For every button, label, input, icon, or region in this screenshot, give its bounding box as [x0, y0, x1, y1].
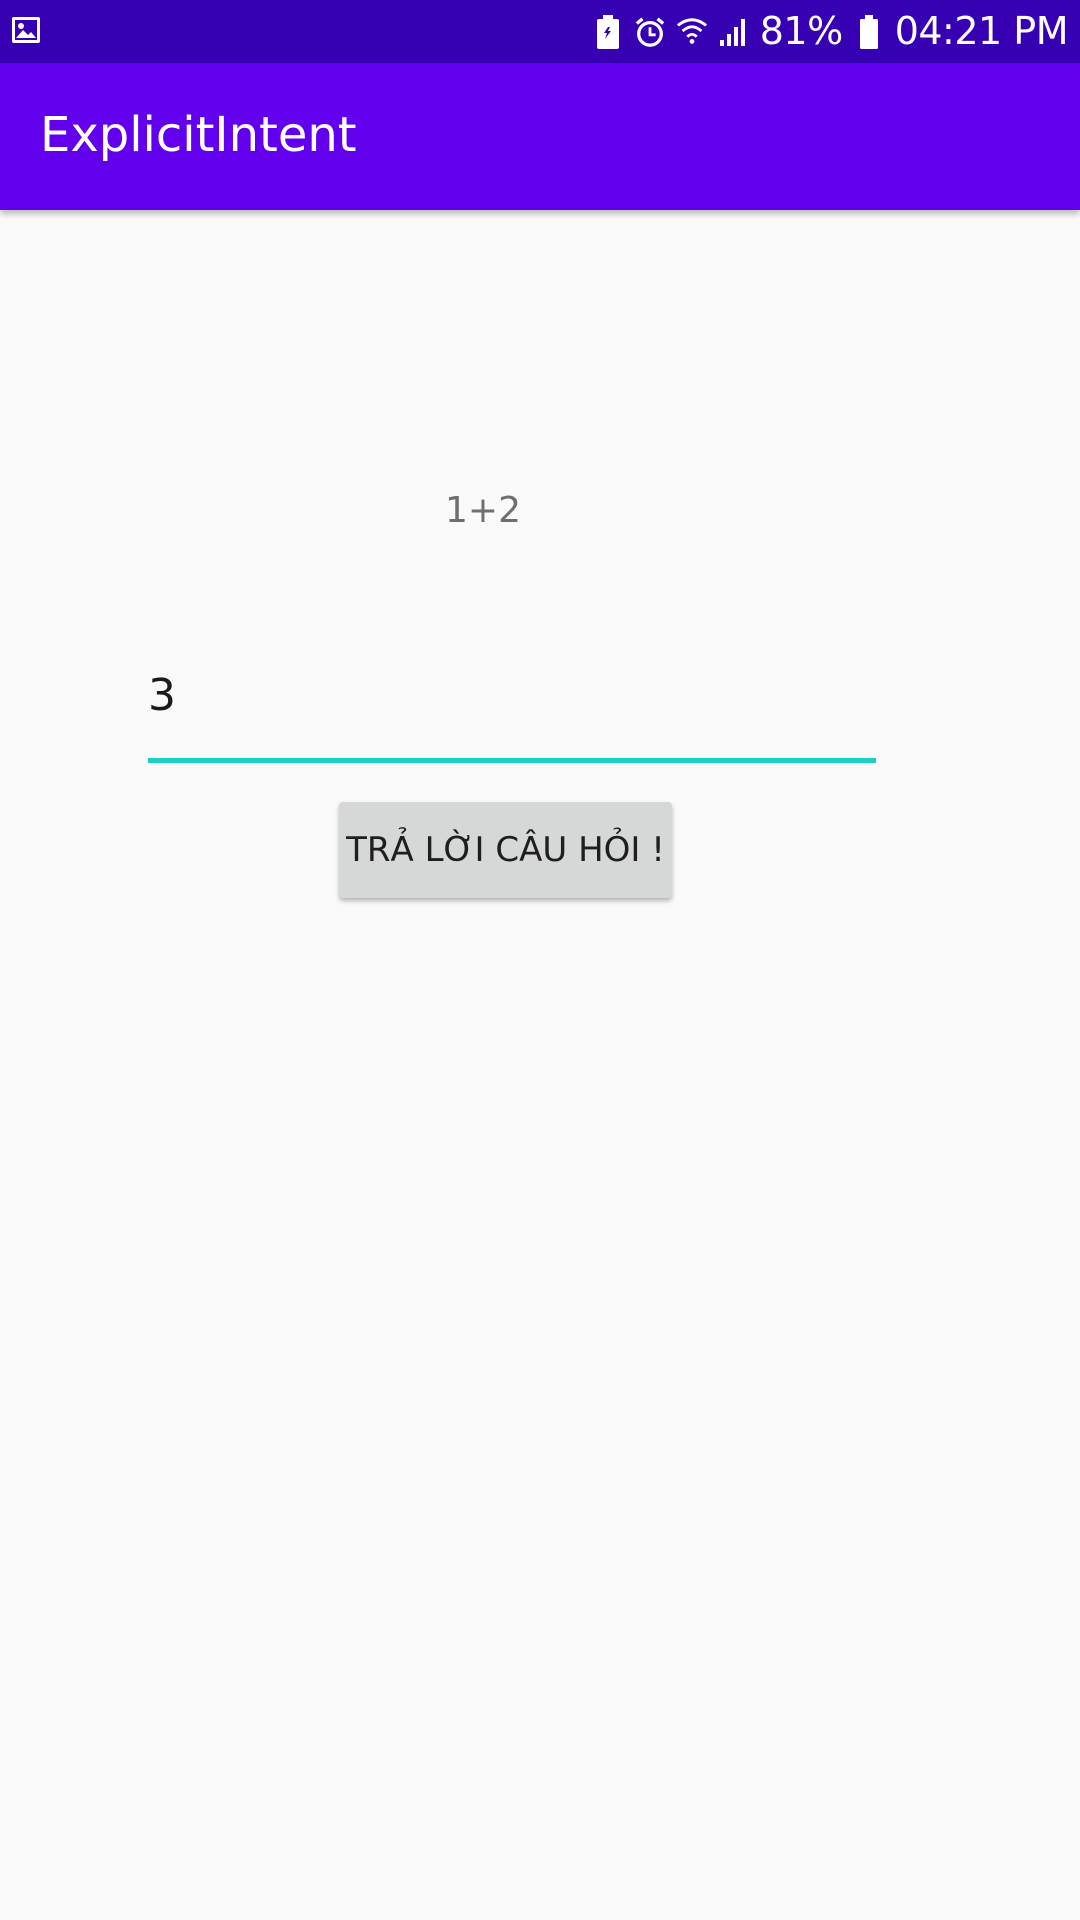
battery-percent: 81% — [759, 9, 843, 53]
status-indicators: 81% 04:21 PM — [592, 0, 1069, 63]
answer-field[interactable] — [148, 640, 876, 764]
answer-button[interactable]: TRẢ LỜI CÂU HỎI ! — [339, 802, 672, 898]
signal-icon — [718, 14, 750, 50]
battery-saver-icon — [592, 14, 624, 50]
question-text: 1+2 — [445, 490, 521, 531]
status-time: 04:21 PM — [894, 9, 1069, 53]
answer-input[interactable] — [148, 640, 876, 750]
battery-icon — [853, 14, 885, 50]
alarm-icon — [634, 14, 666, 50]
app-title: ExplicitIntent — [40, 107, 357, 163]
status-bar: 81% 04:21 PM — [0, 0, 1080, 63]
app-bar: ExplicitIntent — [0, 63, 1080, 210]
answer-underline — [148, 758, 876, 763]
image-icon — [10, 14, 42, 46]
wifi-icon — [676, 14, 708, 50]
